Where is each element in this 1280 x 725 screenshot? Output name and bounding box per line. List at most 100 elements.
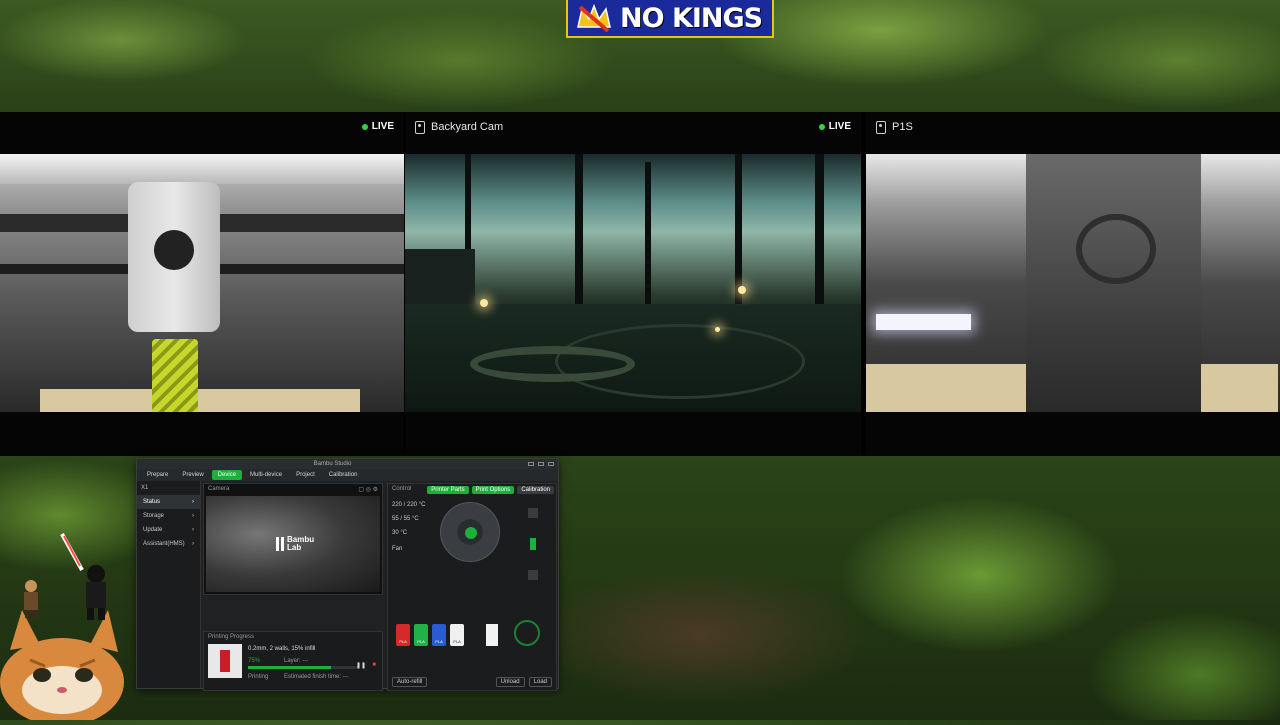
sidebar-item-label: Storage xyxy=(143,513,165,519)
slot-label: PLA xyxy=(417,639,425,644)
job-eta: Estimated finish time: --- xyxy=(284,674,349,680)
z-down-button[interactable] xyxy=(528,570,538,580)
print-options-button[interactable]: Print Options xyxy=(471,486,515,494)
camera-title: Backyard Cam xyxy=(415,120,503,134)
job-progress-bar xyxy=(248,666,358,669)
sidebar-item-label: Update xyxy=(143,527,163,533)
printed-part xyxy=(152,339,198,412)
studio-tabbar: Prepare Preview Device Multi-device Proj… xyxy=(137,469,558,481)
job-percent: 75% xyxy=(248,658,261,664)
job-progress-fill xyxy=(248,666,331,669)
maximize-button[interactable] xyxy=(538,462,544,466)
bed-temp[interactable]: 55 / 55 °C xyxy=(392,516,419,522)
camera-title: P1S xyxy=(876,120,913,134)
sidebar-item-storage[interactable]: Storage › xyxy=(137,509,200,523)
z-axis-control xyxy=(528,506,538,586)
printer-selector[interactable]: X1 xyxy=(137,481,200,495)
ams-slot-3[interactable]: PLA xyxy=(432,624,446,646)
device-sidebar: X1 Status › Storage › Update › Assistant(HM… xyxy=(137,481,201,688)
printer-camera-view: Bambu Lab xyxy=(206,496,380,592)
ams-slot-1[interactable]: PLA xyxy=(396,624,410,646)
ams-slot-4[interactable]: PLA xyxy=(450,624,464,646)
job-state: Printing xyxy=(248,674,269,680)
camera-strip: LIVE Backyard Cam LIVE P1S xyxy=(0,112,1280,456)
ams-slot-2[interactable]: PLA xyxy=(414,624,428,646)
home-icon[interactable] xyxy=(465,527,477,539)
job-thumbnail xyxy=(208,644,242,678)
tab-preview[interactable]: Preview xyxy=(176,470,209,480)
tab-project[interactable]: Project xyxy=(290,470,321,480)
camera-title-text: P1S xyxy=(892,121,913,133)
tab-multi-device[interactable]: Multi-device xyxy=(244,470,288,480)
printer-camera-panel: Camera ▢ ◎ ⚙ Bambu Lab xyxy=(203,483,383,595)
calibration-button[interactable]: Calibration xyxy=(517,486,554,494)
minimize-button[interactable] xyxy=(528,462,534,466)
chevron-right-icon: › xyxy=(192,541,194,547)
sidebar-item-label: Assistant(HMS) xyxy=(143,541,185,547)
camera-controls-icon[interactable]: ▢ ◎ ⚙ xyxy=(358,486,378,493)
pause-icon[interactable]: ❚❚ xyxy=(356,662,366,669)
job-name: 0.2mm, 2 walls, 15% infill xyxy=(248,646,316,652)
camera-panel-title: Camera xyxy=(208,486,230,492)
load-button[interactable]: Load xyxy=(528,677,552,687)
chamber-temp: 30 °C xyxy=(392,530,408,536)
camera-icon xyxy=(876,120,886,134)
toolhead xyxy=(1026,154,1201,412)
nozzle-temp[interactable]: 220 / 220 °C xyxy=(392,502,425,508)
sidebar-item-status[interactable]: Status › xyxy=(137,495,200,509)
figure-overlay-right xyxy=(58,530,113,622)
control-label: Control xyxy=(392,486,412,492)
stop-icon[interactable]: ■ xyxy=(372,662,376,668)
window-titlebar: Bambu Studio xyxy=(137,459,558,469)
bambu-studio-window: Bambu Studio Prepare Preview Device Mult… xyxy=(136,458,559,691)
bambu-lab-logo: Bambu Lab xyxy=(276,536,314,552)
slot-label: PLA xyxy=(435,639,443,644)
z-up-button[interactable] xyxy=(528,508,538,518)
camera-header: Backyard Cam xyxy=(405,112,861,142)
live-dot-icon xyxy=(361,123,368,130)
logo-text: NO KINGS xyxy=(620,2,763,34)
tab-calibration[interactable]: Calibration xyxy=(323,470,364,480)
control-buttons: Printer Parts Print Options Calibration xyxy=(388,484,556,496)
slot-label: PLA xyxy=(399,639,407,644)
crown-icon xyxy=(574,3,614,33)
camera-panel-bar: Camera ▢ ◎ ⚙ xyxy=(204,484,382,494)
camera-tile-printer: LIVE xyxy=(0,112,404,456)
printer-parts-button[interactable]: Printer Parts xyxy=(427,486,469,494)
close-button[interactable] xyxy=(548,462,554,466)
live-indicator: LIVE xyxy=(818,121,851,132)
job-layer: Layer: --- xyxy=(284,658,309,664)
toolhead xyxy=(128,182,220,332)
figure-overlay-left xyxy=(16,578,46,618)
no-kings-logo: NO KINGS xyxy=(566,0,774,38)
tab-device[interactable]: Device xyxy=(211,470,243,480)
camera-feed-backyard xyxy=(405,154,861,412)
camera-tile-p1s: P1S xyxy=(866,112,1280,456)
unload-button[interactable]: Unload xyxy=(495,677,525,687)
external-spool-slot[interactable] xyxy=(486,624,498,646)
printer-control-panel: Control Printer Parts Print Options Cali… xyxy=(387,483,557,691)
xy-jog-pad[interactable] xyxy=(440,502,500,562)
tab-prepare[interactable]: Prepare xyxy=(141,470,174,480)
job-header: Printing Progress xyxy=(208,634,255,640)
chevron-right-icon: › xyxy=(192,527,194,533)
slot-label: PLA xyxy=(453,639,461,644)
live-indicator: LIVE xyxy=(361,121,394,132)
camera-tile-backyard: Backyard Cam LIVE xyxy=(405,112,861,456)
live-label: LIVE xyxy=(828,121,851,132)
sidebar-item-label: Status xyxy=(143,499,161,505)
live-dot-icon xyxy=(818,123,825,130)
print-job-panel: Printing Progress 0.2mm, 2 walls, 15% in… xyxy=(203,631,383,691)
chevron-right-icon: › xyxy=(192,513,194,519)
logo-line-2: Lab xyxy=(287,543,302,552)
sidebar-item-update[interactable]: Update › xyxy=(137,523,200,537)
bambu-logo-icon xyxy=(276,537,284,551)
studio-body: X1 Status › Storage › Update › Assistant(HM… xyxy=(137,481,558,691)
sidebar-item-assistant[interactable]: Assistant(HMS) › xyxy=(137,537,200,551)
spool-icon xyxy=(514,620,540,646)
auto-refill-button[interactable]: Auto-refill xyxy=(392,677,428,687)
fan-label[interactable]: Fan xyxy=(392,546,402,552)
window-title: Bambu Studio xyxy=(313,461,352,467)
camera-header: P1S xyxy=(866,112,1280,142)
camera-feed-printer xyxy=(0,154,404,412)
